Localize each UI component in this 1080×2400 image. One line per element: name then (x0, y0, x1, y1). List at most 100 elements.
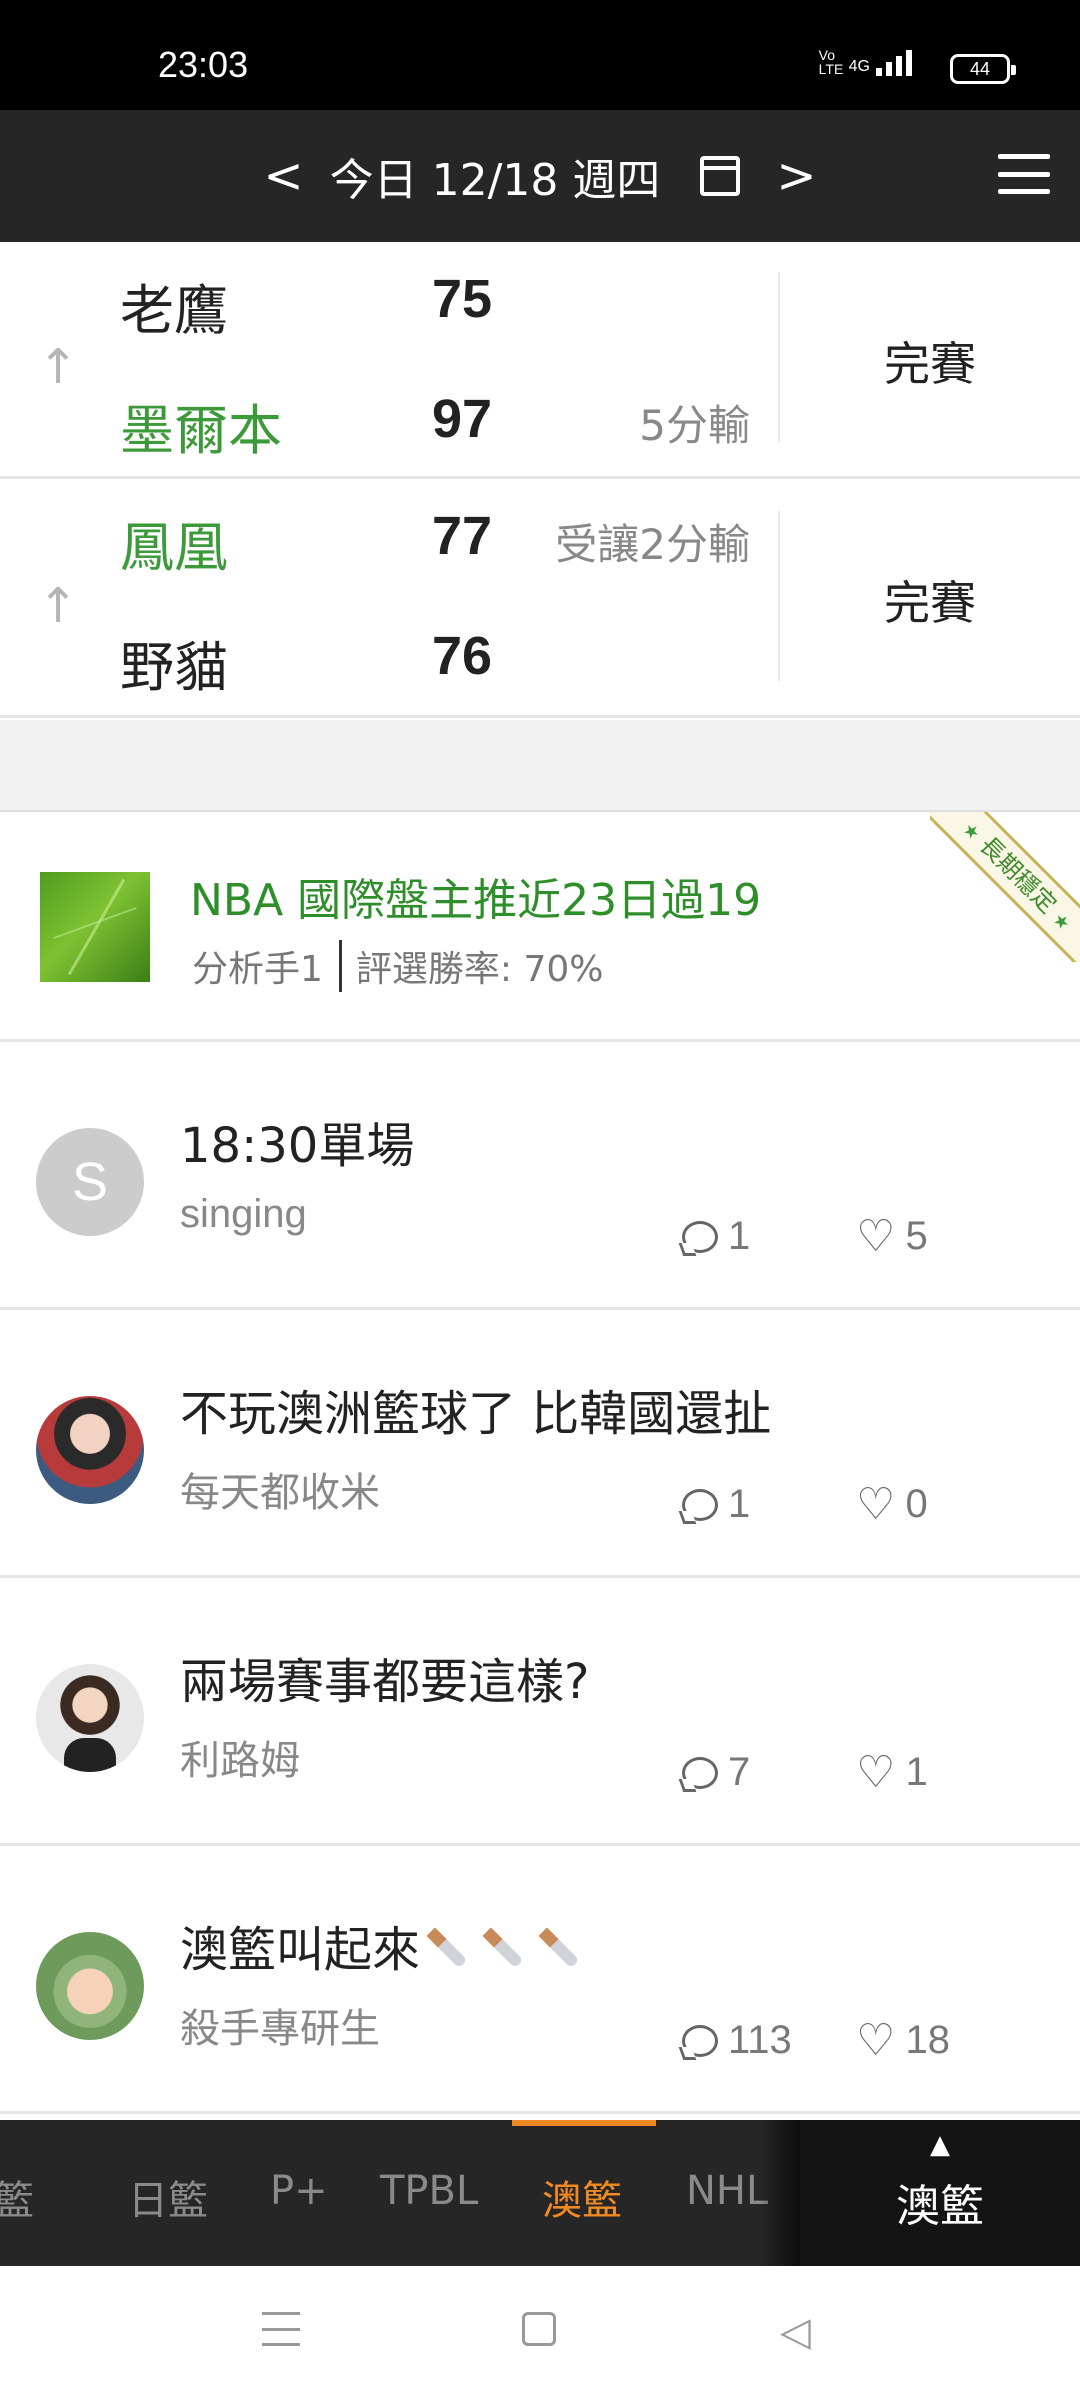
analyst-name: 分析手1 (192, 949, 323, 990)
list-item[interactable]: 澳籃叫起來 殺手專研生 113 ♡ 18 (0, 1846, 1080, 2114)
avatar[interactable] (36, 1396, 144, 1504)
team-away: 野貓 (120, 636, 228, 699)
like-count-value: 0 (905, 1482, 928, 1526)
like-button[interactable]: ♡ 18 (856, 2018, 950, 2063)
comment-count-value: 7 (728, 1750, 751, 1794)
home-icon[interactable] (522, 2312, 556, 2346)
post-title: 18:30單場 (180, 1118, 415, 1174)
menu-icon[interactable] (998, 154, 1050, 194)
network-label: 4G (848, 58, 870, 75)
promo-title: NBA 國際盤主推近23日過19 (190, 875, 762, 926)
win-rate: 評選勝率: 70% (355, 949, 604, 990)
meta-separator (338, 940, 342, 992)
avatar[interactable]: S (36, 1128, 144, 1236)
caret-up-icon: ▲ (930, 2130, 950, 2160)
knife-icon (482, 1927, 524, 1969)
promo-card[interactable]: NBA 國際盤主推近23日過19 分析手1 評選勝率: 70% ★ 長期穩定 ★ (0, 812, 1080, 1042)
arrow-up-icon: ↑ (38, 339, 79, 395)
like-button[interactable]: ♡ 5 (856, 1214, 928, 1259)
app-header: < 今日 12/18 週四 > (0, 110, 1080, 242)
signal-bars-icon (876, 50, 912, 76)
heart-icon: ♡ (856, 1211, 896, 1261)
tab-league[interactable]: 籃 (0, 2168, 34, 2226)
comment-count[interactable]: 113 (682, 2018, 792, 2063)
heart-icon: ♡ (856, 2015, 896, 2065)
like-count-value: 5 (905, 1214, 928, 1258)
like-count-value: 1 (905, 1750, 928, 1794)
list-item[interactable]: 不玩澳洲籃球了 比韓國還扯 每天都收米 1 ♡ 0 (0, 1310, 1080, 1578)
recent-apps-icon[interactable] (262, 2312, 300, 2346)
game-status: 完賽 (884, 576, 976, 630)
comment-icon (682, 1756, 718, 1789)
spread-result: 5分輸 (639, 401, 750, 450)
comment-count[interactable]: 1 (682, 1214, 750, 1259)
post-author[interactable]: 每天都收米 (180, 1460, 380, 1518)
knife-icon (538, 1927, 580, 1969)
back-icon[interactable]: ◁ (780, 2312, 811, 2352)
star-icon: ★ (958, 818, 985, 845)
tab-league[interactable]: P+ (270, 2168, 328, 2214)
avatar[interactable] (36, 1664, 144, 1772)
date-navigator: < 今日 12/18 週四 > (0, 110, 1080, 242)
signal-indicator: Vo LTE 4G (819, 48, 912, 76)
knife-icon (426, 1927, 468, 1969)
post-author[interactable]: 利路姆 (180, 1728, 300, 1786)
comment-icon (682, 1488, 718, 1521)
team-away: 墨爾本 (120, 399, 282, 462)
heart-icon: ♡ (856, 1479, 896, 1529)
battery-icon: 44 (950, 54, 1016, 84)
game-row[interactable]: ↑ 老鷹 75 墨爾本 97 5分輸 完賽 (0, 242, 1080, 479)
promo-meta: 分析手1 評選勝率: 70% (192, 940, 604, 992)
ribbon-badge: ★ 長期穩定 ★ (930, 812, 1080, 962)
calendar-icon[interactable] (700, 156, 741, 196)
arrow-up-icon: ↑ (38, 578, 79, 634)
list-item[interactable]: 兩場賽事都要這樣? 利路姆 7 ♡ 1 (0, 1578, 1080, 1846)
score-away: 76 (432, 626, 493, 686)
volte-label: Vo LTE (818, 47, 844, 77)
game-status: 完賽 (884, 337, 976, 391)
tab-league-active[interactable]: 澳籃 (542, 2168, 622, 2226)
system-nav-bar: ◁ (0, 2266, 1080, 2400)
scroll-fade (760, 2120, 800, 2266)
league-selector-button[interactable]: ▲ 澳籃 (800, 2120, 1080, 2266)
league-tabs[interactable]: 籃 日籃 P+ TPBL 澳籃 NHL (0, 2120, 800, 2266)
post-title-text: 澳籃叫起來 (180, 1922, 421, 1978)
battery-level: 44 (969, 58, 991, 79)
team-home: 老鷹 (120, 279, 228, 342)
current-league-label: 澳籃 (896, 2181, 984, 2232)
post-title: 澳籃叫起來 (180, 1910, 588, 1980)
post-title: 兩場賽事都要這樣? (180, 1654, 590, 1710)
comment-count-value: 1 (728, 1482, 751, 1526)
section-gap (0, 720, 1080, 812)
score-home: 75 (432, 269, 493, 329)
date-label: 今日 12/18 週四 (329, 155, 661, 206)
comment-count[interactable]: 1 (682, 1482, 750, 1527)
like-button[interactable]: ♡ 1 (856, 1750, 928, 1795)
game-row[interactable]: ↑ 鳳凰 77 受讓2分輸 野貓 76 完賽 (0, 481, 1080, 718)
next-day-button[interactable]: > (770, 152, 822, 200)
comment-icon (682, 2024, 718, 2057)
ribbon-label: 長期穩定 (974, 831, 1062, 919)
comment-icon (682, 1220, 718, 1253)
active-tab-indicator (512, 2120, 656, 2126)
post-author[interactable]: singing (180, 1192, 307, 1237)
league-tab-bar: 籃 日籃 P+ TPBL 澳籃 NHL ▲ 澳籃 (0, 2120, 1080, 2266)
prev-day-button[interactable]: < (257, 152, 309, 200)
tab-league[interactable]: 日籃 (128, 2168, 208, 2226)
tab-league[interactable]: TPBL (380, 2168, 478, 2214)
list-item[interactable]: S 18:30單場 singing 1 ♡ 5 (0, 1042, 1080, 1310)
score-away: 97 (432, 389, 493, 449)
star-icon: ★ (1048, 908, 1075, 935)
spread-result: 受讓2分輸 (555, 520, 750, 569)
post-author[interactable]: 殺手專研生 (180, 1996, 380, 2054)
like-button[interactable]: ♡ 0 (856, 1482, 928, 1527)
score-home: 77 (432, 506, 493, 566)
team-home: 鳳凰 (120, 516, 228, 579)
leaf-thumbnail (40, 872, 150, 982)
like-count-value: 18 (905, 2018, 950, 2062)
post-title: 不玩澳洲籃球了 比韓國還扯 (180, 1386, 772, 1442)
comment-count-value: 1 (728, 1214, 751, 1258)
avatar[interactable] (36, 1932, 144, 2040)
comment-count[interactable]: 7 (682, 1750, 750, 1795)
tab-league[interactable]: NHL (686, 2168, 768, 2214)
